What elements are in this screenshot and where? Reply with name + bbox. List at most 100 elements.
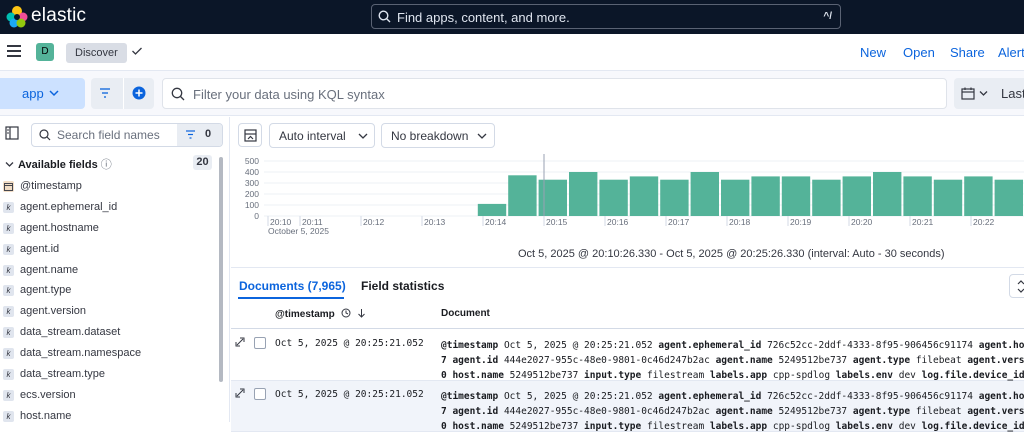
add-filter-icon[interactable] (132, 86, 146, 100)
grid-settings-button[interactable] (1009, 274, 1024, 298)
doc-field-value: 5249512be737 (778, 406, 848, 417)
filter-button-group (91, 78, 154, 109)
histogram-bar[interactable] (660, 179, 689, 216)
field-item[interactable]: k agent.name (0, 261, 215, 282)
row-document: @timestamp Oct 5, 2025 @ 20:25:21.052 ag… (441, 389, 1024, 434)
row-select-checkbox[interactable] (254, 337, 266, 349)
x-tick-label: 20:13 (424, 217, 446, 227)
field-item[interactable]: k agent.type (0, 281, 215, 302)
field-name: host.name (20, 409, 72, 422)
kql-query-input[interactable]: Filter your data using KQL syntax (162, 78, 947, 109)
elastic-logo-icon[interactable] (6, 6, 28, 28)
field-name: agent.type (20, 284, 72, 297)
histogram-bar[interactable] (994, 179, 1023, 216)
doc-field-value: Oct 5, 2025 @ 20:25:21.052 (503, 340, 653, 351)
field-item[interactable]: k host.name (0, 407, 215, 428)
histogram-bar[interactable] (903, 176, 932, 216)
check-icon[interactable] (131, 45, 143, 57)
expand-icon[interactable] (235, 337, 245, 347)
field-name: agent.hostname (20, 221, 99, 234)
info-icon[interactable]: ⓘ (101, 159, 112, 171)
date-picker-button[interactable]: Last (954, 78, 1024, 109)
histogram-bar[interactable] (842, 176, 871, 216)
field-item[interactable]: k ecs.version (0, 386, 215, 407)
breakdown-dropdown[interactable]: No breakdown (381, 123, 495, 148)
keyword-field-icon: k (3, 285, 14, 297)
expand-icon[interactable] (235, 388, 245, 398)
doc-field-key: @timestamp (441, 391, 499, 402)
sidebar-scrollbar[interactable] (219, 157, 223, 382)
doc-field-key: agent.name (715, 406, 773, 417)
doc-field-key: labels.app (709, 370, 768, 381)
x-tick-label: 20:16 (607, 217, 629, 227)
doc-field-value: 444e2027-955c-48e0-9801-0c46d247b2ac (503, 406, 710, 417)
x-tick-label: 20:12 (363, 217, 385, 227)
global-search-input[interactable]: Find apps, content, and more. ^/ (371, 4, 841, 29)
alerts-button[interactable]: Alert (998, 45, 1024, 60)
histogram-bar[interactable] (721, 179, 750, 216)
table-row[interactable]: Oct 5, 2025 @ 20:25:21.052 @timestamp Oct… (231, 330, 1024, 381)
doc-field-value: filestream (646, 370, 705, 381)
chart-toggle-button[interactable] (238, 123, 262, 147)
field-item[interactable]: k agent.hostname (0, 219, 215, 240)
field-filter-count: 0 (205, 128, 212, 140)
histogram-bar[interactable] (933, 179, 963, 216)
interval-dropdown[interactable]: Auto interval (269, 123, 375, 148)
histogram-bar[interactable] (569, 172, 598, 216)
histogram-bar[interactable] (781, 176, 811, 216)
doc-field-key: log.file.device_id (921, 421, 1024, 432)
tab-field-statistics[interactable]: Field statistics (361, 279, 444, 293)
field-search-placeholder: Search field names (57, 128, 160, 142)
field-filter-button[interactable]: 0 (177, 124, 222, 146)
y-tick-label: 400 (245, 167, 259, 177)
space-avatar[interactable]: D (36, 43, 54, 61)
filter-icon[interactable] (99, 88, 111, 98)
histogram-bar[interactable] (477, 203, 507, 216)
keyword-field-icon: k (3, 222, 14, 234)
y-tick-label: 0 (254, 211, 259, 221)
new-button[interactable]: New (860, 45, 886, 60)
keyword-field-icon: k (3, 410, 14, 422)
histogram-bar[interactable] (690, 172, 719, 216)
field-name: agent.id (20, 242, 60, 255)
search-icon (378, 10, 391, 23)
histogram-chart[interactable]: 500400300200100020:10 20:11 20:12 20:13 20:1… (231, 154, 1024, 254)
doc-field-key: agent.type (852, 406, 911, 417)
keyword-field-icon: k (3, 327, 14, 339)
field-item[interactable]: k data_stream.dataset (0, 323, 215, 344)
field-item[interactable]: k agent.version (0, 302, 215, 323)
document-column-header[interactable]: Document (441, 308, 490, 319)
available-fields-header[interactable]: Available fields ⓘ (5, 156, 112, 172)
histogram-bar[interactable] (964, 176, 993, 216)
field-item[interactable]: k data_stream.namespace (0, 344, 215, 365)
doc-field-key: log.file.device_id (921, 370, 1024, 381)
histogram-bar[interactable] (599, 179, 628, 216)
sidebar-toggle-icon[interactable] (5, 126, 19, 140)
breadcrumb[interactable]: Discover (66, 43, 127, 63)
histogram-bar[interactable] (538, 179, 567, 216)
timestamp-column-header[interactable]: @timestamp (275, 308, 366, 320)
field-item[interactable]: k agent.ephemeral_id (0, 198, 215, 219)
field-list: @timestamp k agent.ephemeral_idk agent.host… (0, 177, 215, 428)
histogram-bar[interactable] (751, 176, 780, 216)
field-name: ecs.version (20, 388, 76, 401)
histogram-bar[interactable] (629, 176, 659, 216)
data-view-picker[interactable]: app (0, 78, 85, 109)
sort-descending-icon[interactable] (357, 308, 366, 318)
histogram-bar[interactable] (873, 172, 902, 216)
share-button[interactable]: Share (950, 45, 985, 60)
keyword-field-icon: k (3, 348, 14, 360)
histogram-bar[interactable] (508, 175, 537, 216)
doc-field-key: labels.app (709, 421, 768, 432)
table-row[interactable]: Oct 5, 2025 @ 20:25:21.052 @timestamp Oct… (231, 381, 1024, 432)
field-search-input[interactable]: Search field names 0 (31, 123, 223, 147)
keyword-field-icon: k (3, 264, 14, 276)
histogram-bar[interactable] (812, 179, 841, 216)
open-button[interactable]: Open (903, 45, 935, 60)
row-select-checkbox[interactable] (254, 388, 266, 400)
tab-documents[interactable]: Documents (7,965) (239, 279, 346, 293)
field-item[interactable]: k agent.id (0, 240, 215, 261)
field-item[interactable]: k data_stream.type (0, 365, 215, 386)
field-item[interactable]: @timestamp (0, 177, 215, 198)
menu-icon[interactable] (7, 45, 21, 57)
